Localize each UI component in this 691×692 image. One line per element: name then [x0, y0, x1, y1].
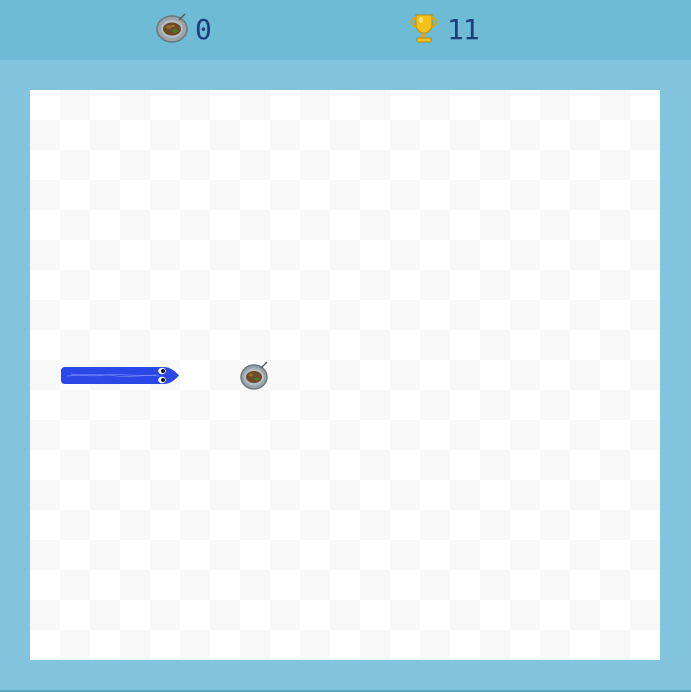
high-score: 11: [407, 11, 480, 49]
high-score-value: 11: [447, 13, 480, 46]
food-item: [239, 360, 271, 390]
score-bar: 0 11: [0, 0, 691, 60]
game-window: 0 11: [0, 0, 691, 692]
food-plate-icon: [155, 11, 189, 49]
score-value: 0: [195, 13, 212, 46]
game-board[interactable]: [30, 90, 660, 660]
current-score: 0: [155, 11, 212, 49]
snake: [61, 363, 181, 388]
trophy-icon: [407, 11, 441, 49]
